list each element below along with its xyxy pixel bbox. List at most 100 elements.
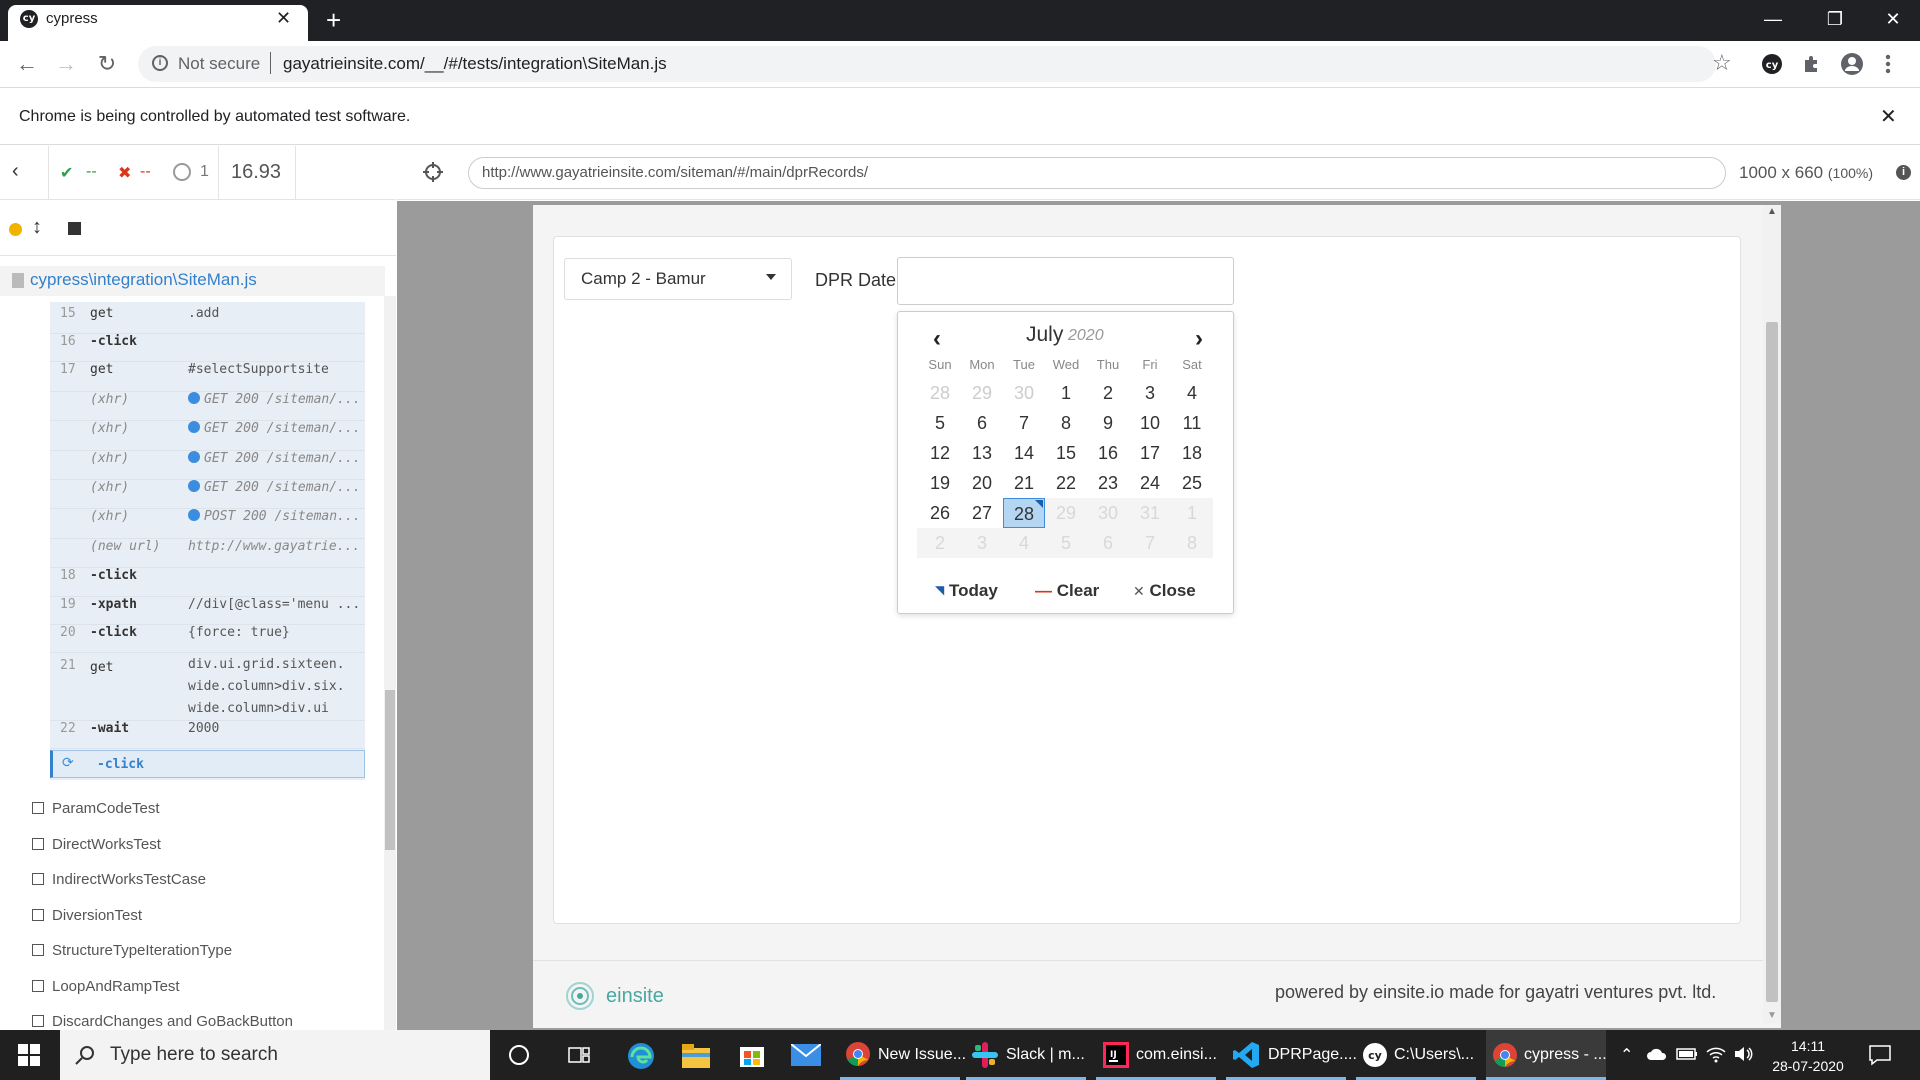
calendar-day[interactable]: 17 bbox=[1129, 438, 1171, 468]
calendar-day[interactable]: 28 bbox=[919, 378, 961, 408]
command-row[interactable]: 19 -xpath //div[@class='menu ... bbox=[50, 597, 365, 625]
reporter-scroll-thumb[interactable] bbox=[385, 690, 395, 850]
mail-icon[interactable] bbox=[791, 1044, 821, 1066]
task-view-icon[interactable] bbox=[568, 1045, 590, 1065]
wifi-icon[interactable] bbox=[1706, 1045, 1726, 1063]
close-button[interactable]: ✕ Close bbox=[1133, 581, 1196, 601]
taskbar-app-vscode[interactable]: DPRPage.... bbox=[1226, 1030, 1357, 1080]
minimize-icon[interactable]: — bbox=[1748, 4, 1798, 34]
calendar-day[interactable]: 11 bbox=[1171, 408, 1213, 438]
calendar-day[interactable]: 10 bbox=[1129, 408, 1171, 438]
suite-item[interactable]: DiversionTest bbox=[32, 907, 142, 924]
taskbar-app-intellij[interactable]: IJ com.einsi... bbox=[1096, 1030, 1217, 1080]
calendar-day[interactable]: 3 bbox=[1129, 378, 1171, 408]
calendar-day[interactable]: 5 bbox=[919, 408, 961, 438]
suite-item[interactable]: ParamCodeTest bbox=[32, 800, 160, 817]
command-row[interactable]: 15 get .add bbox=[50, 306, 365, 334]
volume-icon[interactable] bbox=[1734, 1045, 1754, 1063]
cypress-extension-icon[interactable]: cy bbox=[1760, 52, 1784, 76]
calendar-day[interactable]: 13 bbox=[961, 438, 1003, 468]
xhr-row[interactable]: (xhr) GET 200 /siteman/... bbox=[50, 451, 365, 480]
clear-button[interactable]: — Clear bbox=[1035, 581, 1099, 601]
taskbar-app-chrome-active[interactable]: cypress - ... bbox=[1486, 1030, 1607, 1080]
calendar-day-selected[interactable]: 28 bbox=[1003, 498, 1045, 528]
new-tab-icon[interactable]: + bbox=[326, 7, 341, 33]
scroll-up-arrow-icon[interactable]: ▲ bbox=[1767, 206, 1777, 217]
calendar-day[interactable]: 6 bbox=[961, 408, 1003, 438]
calendar-day[interactable]: 22 bbox=[1045, 468, 1087, 498]
suite-item[interactable]: StructureTypeIterationType bbox=[32, 942, 232, 959]
xhr-row[interactable]: (xhr) GET 200 /siteman/... bbox=[50, 480, 365, 509]
taskbar-app-chrome[interactable]: New Issue... bbox=[840, 1030, 966, 1080]
calendar-day[interactable]: 9 bbox=[1087, 408, 1129, 438]
calendar-day[interactable]: 20 bbox=[961, 468, 1003, 498]
suite-item[interactable]: IndirectWorksTestCase bbox=[32, 871, 206, 888]
calendar-day[interactable]: 16 bbox=[1087, 438, 1129, 468]
store-icon[interactable] bbox=[738, 1041, 766, 1069]
windows-start-icon[interactable] bbox=[18, 1044, 40, 1066]
xhr-row[interactable]: (xhr) GET 200 /siteman/... bbox=[50, 392, 365, 421]
today-button[interactable]: ◥ Today bbox=[935, 581, 998, 601]
xhr-row[interactable]: (xhr) GET 200 /siteman/... bbox=[50, 421, 365, 451]
calendar-day[interactable]: 1 bbox=[1045, 378, 1087, 408]
auto-scroll-icon[interactable]: ↕ bbox=[32, 216, 42, 239]
infobar-close-icon[interactable]: ✕ bbox=[1880, 104, 1897, 129]
calendar-day[interactable]: 25 bbox=[1171, 468, 1213, 498]
taskbar-app-cypress[interactable]: cy C:\Users\... bbox=[1356, 1030, 1476, 1080]
stop-icon[interactable] bbox=[68, 222, 81, 235]
command-row[interactable]: 16 -click bbox=[50, 334, 365, 362]
file-explorer-icon[interactable] bbox=[682, 1044, 710, 1068]
next-month-chevron-icon[interactable]: › bbox=[1195, 325, 1203, 353]
security-label[interactable]: Not secure bbox=[178, 54, 260, 74]
command-row[interactable]: 17 get #selectSupportsite bbox=[50, 362, 365, 392]
calendar-day[interactable]: 18 bbox=[1171, 438, 1213, 468]
taskbar-clock[interactable]: 14:11 28-07-2020 bbox=[1768, 1036, 1848, 1076]
tray-chevron-up-icon[interactable]: ⌃ bbox=[1620, 1045, 1633, 1065]
reload-icon[interactable]: ↻ bbox=[95, 52, 119, 76]
calendar-day[interactable]: 7 bbox=[1003, 408, 1045, 438]
calendar-day[interactable]: 14 bbox=[1003, 438, 1045, 468]
picker-year[interactable]: 2020 bbox=[1068, 327, 1104, 345]
calendar-day[interactable]: 8 bbox=[1045, 408, 1087, 438]
calendar-day[interactable]: 2 bbox=[1087, 378, 1129, 408]
window-close-icon[interactable]: ✕ bbox=[1868, 4, 1918, 34]
spec-path[interactable]: cypress\integration\SiteMan.js bbox=[30, 270, 257, 290]
calendar-day[interactable]: 29 bbox=[961, 378, 1003, 408]
back-icon[interactable]: ← bbox=[15, 52, 39, 76]
picker-month[interactable]: July bbox=[1026, 323, 1063, 347]
reporter-scrollbar[interactable] bbox=[384, 296, 396, 1030]
edge-icon[interactable] bbox=[626, 1041, 656, 1071]
calendar-day[interactable]: 4 bbox=[1171, 378, 1213, 408]
calendar-day[interactable]: 30 bbox=[1003, 378, 1045, 408]
profile-avatar-icon[interactable] bbox=[1840, 52, 1864, 76]
calendar-day[interactable]: 24 bbox=[1129, 468, 1171, 498]
calendar-day[interactable]: 23 bbox=[1087, 468, 1129, 498]
scroll-down-arrow-icon[interactable]: ▼ bbox=[1767, 1010, 1777, 1021]
calendar-day[interactable]: 19 bbox=[919, 468, 961, 498]
prev-month-chevron-icon[interactable]: ‹ bbox=[933, 325, 941, 353]
suite-item[interactable]: DiscardChanges and GoBackButton bbox=[32, 1013, 293, 1030]
taskbar-app-slack[interactable]: Slack | m... bbox=[966, 1030, 1086, 1080]
forward-icon[interactable]: → bbox=[54, 52, 78, 76]
battery-icon[interactable] bbox=[1676, 1047, 1698, 1061]
viewport-info-icon[interactable]: i bbox=[1896, 165, 1911, 180]
new-url-row[interactable]: (new url) http://www.gayatrie... bbox=[50, 539, 365, 568]
back-chevron-icon[interactable]: ‹ bbox=[12, 160, 19, 183]
calendar-day[interactable]: 26 bbox=[919, 498, 961, 528]
xhr-row[interactable]: (xhr) POST 200 /siteman... bbox=[50, 509, 365, 539]
calendar-day[interactable]: 15 bbox=[1045, 438, 1087, 468]
dpr-date-input[interactable] bbox=[897, 257, 1234, 305]
calendar-day[interactable]: 27 bbox=[961, 498, 1003, 528]
menu-kebab-icon[interactable] bbox=[1883, 52, 1907, 76]
selector-playground-crosshair-icon[interactable] bbox=[422, 161, 444, 183]
cortana-icon[interactable] bbox=[509, 1045, 529, 1065]
command-row[interactable]: 20 -click {force: true} bbox=[50, 625, 365, 653]
extensions-puzzle-icon[interactable] bbox=[1800, 52, 1824, 76]
onedrive-cloud-icon[interactable] bbox=[1646, 1046, 1668, 1062]
calendar-day[interactable]: 12 bbox=[919, 438, 961, 468]
suite-item[interactable]: DirectWorksTest bbox=[32, 836, 161, 853]
bookmark-star-icon[interactable]: ☆ bbox=[1712, 50, 1732, 76]
info-icon[interactable]: i bbox=[152, 55, 168, 71]
notifications-icon[interactable] bbox=[1868, 1043, 1892, 1067]
tab-close-icon[interactable]: ✕ bbox=[276, 8, 291, 29]
